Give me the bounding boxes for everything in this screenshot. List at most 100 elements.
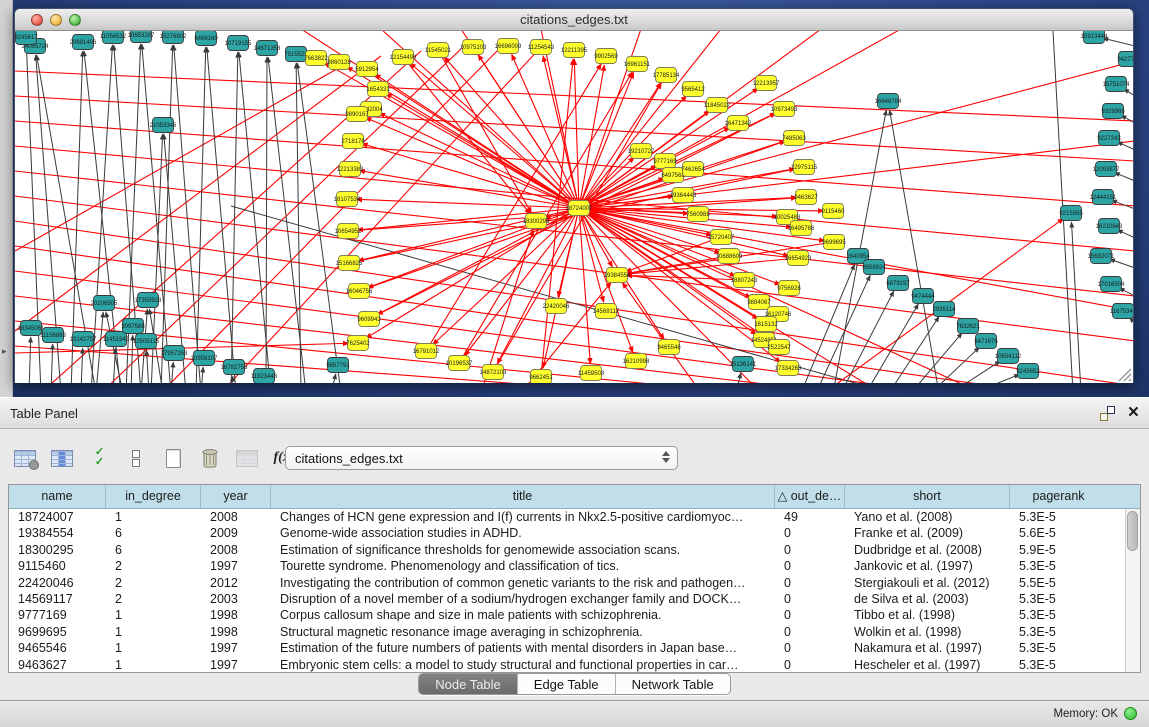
table-selector-dropdown[interactable]: citations_edges.txt <box>285 446 678 470</box>
tab-edge-table[interactable]: Edge Table <box>518 674 616 694</box>
graph-node[interactable]: 9890167 <box>345 107 369 122</box>
table-cell[interactable]: 9777169 <box>9 607 106 623</box>
table-cell[interactable]: 2 <box>106 575 201 591</box>
graph-node[interactable]: 10654952 <box>335 224 362 239</box>
graph-node[interactable]: 9902569 <box>594 49 618 64</box>
table-cell[interactable]: 0 <box>775 624 845 640</box>
close-panel-icon[interactable]: × <box>1128 402 1139 424</box>
network-canvas-svg[interactable]: 2405572420691406110565321065328715276902… <box>15 31 1133 383</box>
table-row[interactable]: 1938455462009Genome-wide association stu… <box>9 525 1140 541</box>
graph-node[interactable]: 9860128 <box>327 55 351 70</box>
table-cell[interactable]: 1 <box>106 607 201 623</box>
graph-node[interactable]: 11056532 <box>100 31 127 44</box>
table-row[interactable]: 1872400712008Changes of HCN gene express… <box>9 509 1140 525</box>
graph-node[interactable]: 9329966 <box>1101 104 1125 119</box>
graph-node[interactable]: 11923448 <box>251 369 278 384</box>
graph-node[interactable]: 7663822 <box>304 51 328 66</box>
table-cell[interactable]: 6 <box>106 525 201 541</box>
table-cell[interactable]: 0 <box>775 525 845 541</box>
graph-node[interactable]: 11254543 <box>528 40 555 55</box>
graph-node[interactable]: 6879197 <box>886 276 910 291</box>
table-row[interactable]: 1830029562008Estimation of significance … <box>9 542 1140 558</box>
graph-node[interactable]: 10973493 <box>771 102 798 117</box>
table-cell[interactable]: 1 <box>106 509 201 525</box>
graph-node[interactable]: 7625402 <box>346 336 370 351</box>
graph-node[interactable]: 17957253 <box>161 346 188 361</box>
table-settings-icon[interactable] <box>12 445 38 471</box>
graph-node[interactable]: 9115460 <box>822 204 846 219</box>
graph-node[interactable]: 15166825 <box>336 256 363 271</box>
table-cell[interactable]: Changes of HCN gene expression and I(f) … <box>271 509 775 525</box>
graph-node[interactable]: 20206505 <box>91 296 118 311</box>
graph-node[interactable]: 12211395 <box>561 43 588 58</box>
graph-node[interactable]: 8471676 <box>974 334 998 349</box>
graph-node[interactable]: 7632621 <box>956 319 980 334</box>
table-cell[interactable]: 2009 <box>201 525 271 541</box>
graph-node[interactable]: 15913444 <box>1081 31 1108 44</box>
table-cell[interactable]: 9463627 <box>9 657 106 673</box>
table-cell[interactable]: 1998 <box>201 607 271 623</box>
graph-node[interactable]: 9884067 <box>747 295 771 310</box>
table-cell[interactable]: 1997 <box>201 640 271 656</box>
table-cell[interactable]: 18724007 <box>9 509 106 525</box>
panel-collapse-arrow-icon[interactable]: ▸ <box>2 346 7 357</box>
select-all-rows-icon[interactable]: ✓✓ <box>86 445 112 471</box>
table-cell[interactable]: 5.3E-5 <box>1010 558 1107 574</box>
table-cell[interactable]: 9465546 <box>9 640 106 656</box>
graph-node[interactable]: 17785134 <box>653 68 680 83</box>
table-cell[interactable]: 5.3E-5 <box>1010 509 1107 525</box>
graph-node[interactable]: 9857791 <box>326 358 350 373</box>
graph-node[interactable]: 16471342 <box>725 116 752 131</box>
table-cell[interactable]: Disruption of a novel member of a sodium… <box>271 591 775 607</box>
table-cell[interactable]: 0 <box>775 575 845 591</box>
graph-node[interactable]: 10196537 <box>446 356 473 371</box>
graph-node[interactable]: 12505115 <box>133 334 160 349</box>
graph-node[interactable]: 11545021 <box>425 43 452 58</box>
table-cell[interactable]: Jankovic et al. (1997) <box>845 558 1010 574</box>
graph-node[interactable]: 12213383 <box>337 162 364 177</box>
graph-node[interactable]: 2935114 <box>933 302 957 317</box>
column-header-year[interactable]: year <box>201 485 271 508</box>
table-cell[interactable]: 5.6E-5 <box>1010 525 1107 541</box>
graph-node[interactable]: 17334263 <box>775 361 802 376</box>
graph-node[interactable]: 9427743 <box>1117 52 1133 67</box>
graph-node[interactable]: 12213957 <box>753 76 780 91</box>
table-cell[interactable]: Hescheler et al. (1997) <box>845 657 1010 673</box>
graph-node[interactable]: 16791012 <box>413 344 440 359</box>
network-canvas[interactable]: 2405572420691406110565321065328715276902… <box>15 31 1133 383</box>
table-cell[interactable]: Wolkin et al. (1998) <box>845 624 1010 640</box>
graph-node[interactable]: 16648784 <box>875 94 902 109</box>
graph-node[interactable]: 16782753 <box>221 360 248 375</box>
table-cell[interactable]: 2003 <box>201 591 271 607</box>
graph-node[interactable]: 1654331 <box>366 82 390 97</box>
graph-node[interactable]: 11845022 <box>704 98 731 113</box>
graph-node[interactable]: 16210998 <box>623 354 650 369</box>
tab-network-table[interactable]: Network Table <box>616 674 730 694</box>
graph-node[interactable]: 11459503 <box>578 366 605 381</box>
table-cell[interactable]: 19384554 <box>9 525 106 541</box>
graph-node[interactable]: 12093877 <box>1093 162 1120 177</box>
graph-node[interactable]: 15720407 <box>708 230 735 245</box>
graph-node[interactable]: 1615132 <box>754 317 778 332</box>
graph-node[interactable]: 9699695 <box>822 235 846 250</box>
column-header-name[interactable]: name <box>9 485 106 508</box>
table-cell[interactable]: 14569117 <box>9 591 106 607</box>
graph-node[interactable]: 9465546 <box>657 340 681 355</box>
graph-node[interactable]: 22420046 <box>543 299 570 314</box>
graph-node[interactable]: 15751074 <box>1103 77 1130 92</box>
graph-node[interactable]: 19384554 <box>604 268 631 283</box>
table-cell[interactable]: 9115460 <box>9 558 106 574</box>
table-cell[interactable]: 1 <box>106 657 201 673</box>
table-cell[interactable]: Stergiakouli et al. (2012) <box>845 575 1010 591</box>
graph-node[interactable]: 18300295 <box>523 214 550 229</box>
table-cell[interactable]: 5.3E-5 <box>1010 591 1107 607</box>
graph-node[interactable]: 16696009 <box>495 39 522 54</box>
table-row[interactable]: 969969511998Structural magnetic resonanc… <box>9 624 1140 640</box>
table-cell[interactable]: 1997 <box>201 558 271 574</box>
graph-node[interactable]: 2718176 <box>341 134 365 149</box>
table-cell[interactable]: Tourette syndrome. Phenomenology and cla… <box>271 558 775 574</box>
table-cell[interactable]: 5.3E-5 <box>1010 607 1107 623</box>
table-cell[interactable]: Investigating the contribution of common… <box>271 575 775 591</box>
graph-node[interactable]: 17359928 <box>135 293 162 308</box>
table-cell[interactable]: 0 <box>775 591 845 607</box>
